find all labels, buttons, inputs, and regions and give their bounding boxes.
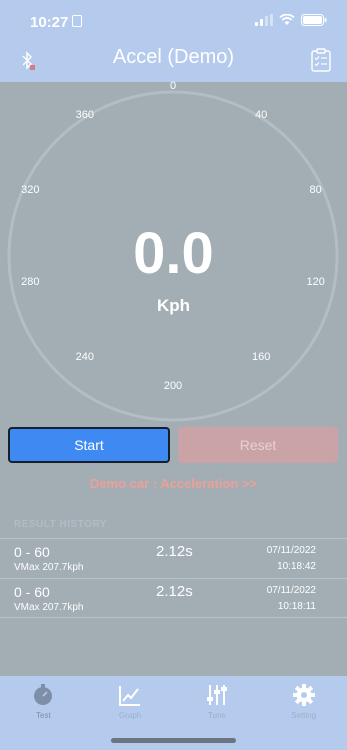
start-button[interactable]: Start <box>8 427 170 463</box>
battery-icon <box>301 14 327 26</box>
speed-value: 0.0 <box>133 221 214 286</box>
history-row[interactable]: 0 - 60 VMax 207.7kph 2.12s 07/11/2022 10… <box>0 538 347 578</box>
history-time: 2.12s <box>156 583 193 600</box>
history-range: 0 - 60 <box>14 584 50 600</box>
gauge-tick-label: 320 <box>21 183 40 196</box>
tab-label: Graph <box>119 711 142 720</box>
gauge-tick-label: 40 <box>255 108 268 121</box>
signal-icon <box>255 14 273 26</box>
page-title: Accel (Demo) <box>112 46 235 68</box>
history-time: 2.12s <box>156 543 193 560</box>
home-indicator <box>111 738 236 743</box>
wifi-icon <box>279 14 295 25</box>
tab-label: Tune <box>207 711 226 720</box>
reset-button[interactable]: Reset <box>178 427 338 463</box>
history-heading: RESULT HISTORY <box>14 519 107 530</box>
status-icons <box>255 14 327 26</box>
gauge-tick-label: 160 <box>251 351 271 364</box>
sliders-icon <box>206 685 227 705</box>
id-card-icon <box>72 15 82 27</box>
gear-icon <box>292 684 315 706</box>
gauge-tick-label: 200 <box>163 380 183 392</box>
clipboard-icon[interactable] <box>311 48 331 77</box>
history-list: 0 - 60 VMax 207.7kph 2.12s 07/11/2022 10… <box>0 538 347 618</box>
history-vmax: VMax 207.7kph <box>14 562 84 573</box>
tab-setting[interactable]: Setting <box>260 676 347 750</box>
history-clock: 10:18:42 <box>277 561 316 572</box>
status-time: 10:27 <box>30 14 69 31</box>
tab-test[interactable]: Test <box>0 676 87 750</box>
speed-gauge: 0 40 80 120 160 200 240 280 320 360 0.0 Kph <box>0 80 347 422</box>
stopwatch-icon <box>34 684 53 705</box>
history-range: 0 - 60 <box>14 544 50 560</box>
speed-unit: Kph <box>156 296 191 315</box>
demo-car-link[interactable]: Demo car : Acceleration >> <box>0 476 347 491</box>
tab-label: Test <box>36 711 51 720</box>
gauge-tick-label: 0 <box>169 80 177 92</box>
history-date: 07/11/2022 <box>266 585 316 596</box>
gauge-tick-label: 80 <box>309 183 322 196</box>
tab-label: Setting <box>291 711 317 720</box>
header: 10:27 Accel (Demo) <box>0 0 347 82</box>
history-vmax: VMax 207.7kph <box>14 602 84 613</box>
history-date: 07/11/2022 <box>266 545 316 556</box>
history-clock: 10:18:11 <box>277 601 316 612</box>
gauge-tick-label: 240 <box>75 351 95 364</box>
gauge-tick-label: 360 <box>75 108 95 121</box>
history-row[interactable]: 0 - 60 VMax 207.7kph 2.12s 07/11/2022 10… <box>0 578 347 618</box>
chart-icon <box>119 686 141 706</box>
